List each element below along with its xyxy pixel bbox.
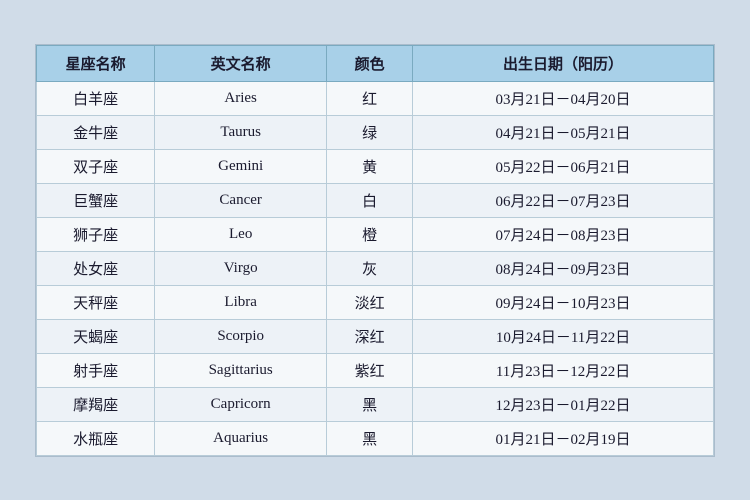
cell-en: Capricorn <box>155 387 327 421</box>
header-color: 颜色 <box>327 45 413 81</box>
cell-en: Libra <box>155 285 327 319</box>
table-row: 处女座Virgo灰08月24日－09月23日 <box>37 251 714 285</box>
cell-zh: 巨蟹座 <box>37 183 155 217</box>
cell-zh: 处女座 <box>37 251 155 285</box>
zodiac-table-container: 星座名称 英文名称 颜色 出生日期（阳历） 白羊座Aries红03月21日－04… <box>35 44 715 457</box>
table-row: 天秤座Libra淡红09月24日－10月23日 <box>37 285 714 319</box>
cell-color: 白 <box>327 183 413 217</box>
cell-date: 09月24日－10月23日 <box>413 285 714 319</box>
table-header-row: 星座名称 英文名称 颜色 出生日期（阳历） <box>37 45 714 81</box>
cell-color: 黑 <box>327 421 413 455</box>
table-row: 射手座Sagittarius紫红11月23日－12月22日 <box>37 353 714 387</box>
cell-en: Aries <box>155 81 327 115</box>
cell-date: 07月24日－08月23日 <box>413 217 714 251</box>
table-row: 白羊座Aries红03月21日－04月20日 <box>37 81 714 115</box>
cell-en: Leo <box>155 217 327 251</box>
cell-en: Sagittarius <box>155 353 327 387</box>
table-row: 狮子座Leo橙07月24日－08月23日 <box>37 217 714 251</box>
cell-color: 红 <box>327 81 413 115</box>
table-row: 金牛座Taurus绿04月21日－05月21日 <box>37 115 714 149</box>
cell-en: Taurus <box>155 115 327 149</box>
cell-color: 橙 <box>327 217 413 251</box>
table-row: 水瓶座Aquarius黑01月21日－02月19日 <box>37 421 714 455</box>
cell-en: Virgo <box>155 251 327 285</box>
cell-zh: 摩羯座 <box>37 387 155 421</box>
table-body: 白羊座Aries红03月21日－04月20日金牛座Taurus绿04月21日－0… <box>37 81 714 455</box>
cell-date: 10月24日－11月22日 <box>413 319 714 353</box>
cell-date: 11月23日－12月22日 <box>413 353 714 387</box>
header-en: 英文名称 <box>155 45 327 81</box>
header-date: 出生日期（阳历） <box>413 45 714 81</box>
cell-en: Aquarius <box>155 421 327 455</box>
cell-color: 淡红 <box>327 285 413 319</box>
cell-color: 灰 <box>327 251 413 285</box>
table-row: 巨蟹座Cancer白06月22日－07月23日 <box>37 183 714 217</box>
cell-date: 04月21日－05月21日 <box>413 115 714 149</box>
cell-en: Cancer <box>155 183 327 217</box>
table-row: 摩羯座Capricorn黑12月23日－01月22日 <box>37 387 714 421</box>
header-zh: 星座名称 <box>37 45 155 81</box>
cell-date: 12月23日－01月22日 <box>413 387 714 421</box>
cell-zh: 射手座 <box>37 353 155 387</box>
cell-color: 黑 <box>327 387 413 421</box>
cell-color: 深红 <box>327 319 413 353</box>
cell-en: Scorpio <box>155 319 327 353</box>
cell-date: 06月22日－07月23日 <box>413 183 714 217</box>
cell-zh: 双子座 <box>37 149 155 183</box>
cell-color: 绿 <box>327 115 413 149</box>
cell-zh: 天秤座 <box>37 285 155 319</box>
cell-date: 03月21日－04月20日 <box>413 81 714 115</box>
cell-date: 05月22日－06月21日 <box>413 149 714 183</box>
cell-color: 黄 <box>327 149 413 183</box>
cell-zh: 水瓶座 <box>37 421 155 455</box>
cell-zh: 白羊座 <box>37 81 155 115</box>
table-row: 天蝎座Scorpio深红10月24日－11月22日 <box>37 319 714 353</box>
cell-date: 01月21日－02月19日 <box>413 421 714 455</box>
cell-color: 紫红 <box>327 353 413 387</box>
cell-zh: 金牛座 <box>37 115 155 149</box>
cell-zh: 天蝎座 <box>37 319 155 353</box>
zodiac-table: 星座名称 英文名称 颜色 出生日期（阳历） 白羊座Aries红03月21日－04… <box>36 45 714 456</box>
table-row: 双子座Gemini黄05月22日－06月21日 <box>37 149 714 183</box>
cell-date: 08月24日－09月23日 <box>413 251 714 285</box>
cell-en: Gemini <box>155 149 327 183</box>
cell-zh: 狮子座 <box>37 217 155 251</box>
